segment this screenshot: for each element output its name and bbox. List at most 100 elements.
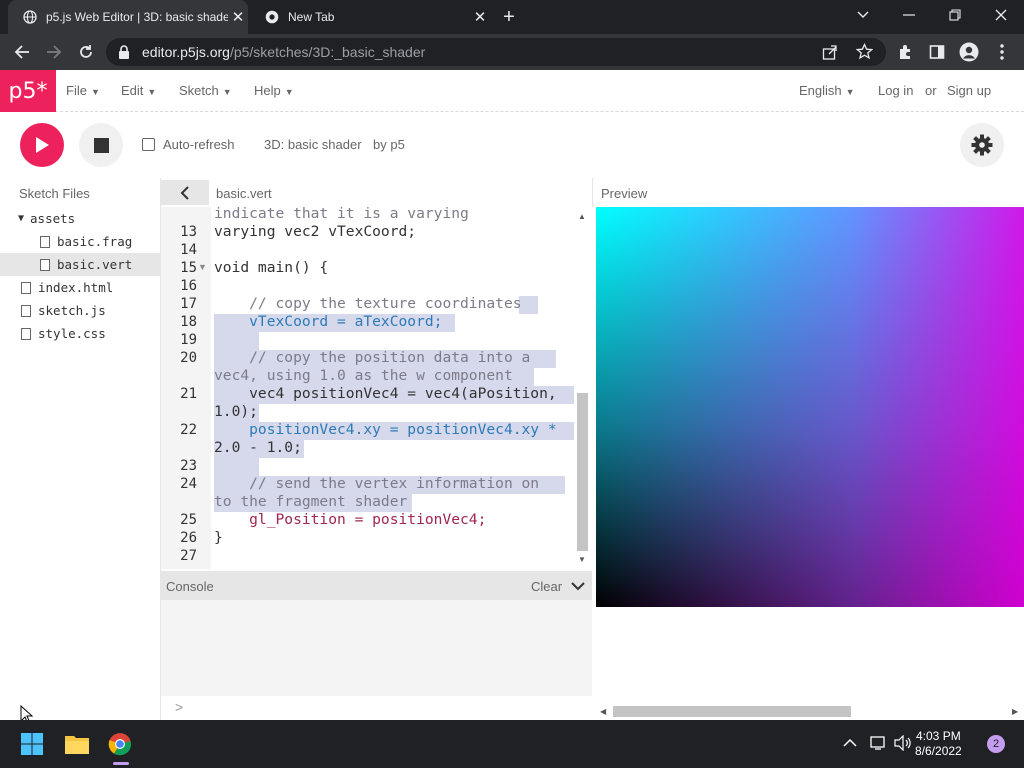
sidebar-item-sketch-js[interactable]: sketch.js [0,299,160,322]
sidebar-header: Sketch Files [19,186,90,201]
back-arrow-icon[interactable] [10,40,34,64]
code-line: to the fragment shader [214,493,408,510]
sidebar-item-style-css[interactable]: style.css [0,322,160,345]
sidebar-item-label: style.css [38,326,106,341]
code-line: // copy the texture coordinates [214,295,522,312]
tab-title: p5.js Web Editor | 3D: basic shade [46,10,228,24]
editor-scrollbar-thumb[interactable] [577,393,588,551]
new-tab-button[interactable]: + [498,6,520,28]
lock-icon[interactable] [118,45,132,59]
browser-tab-bar: p5.js Web Editor | 3D: basic shade ✕ New… [0,0,1024,34]
taskbar-clock[interactable]: 4:03 PM 8/6/2022 [915,729,962,759]
line-number: 23 [180,458,197,474]
text-selection [519,296,538,314]
preview-scrollbar-thumb[interactable] [613,706,851,717]
code-line: positionVec4.xy = positionVec4.xy * [214,421,557,438]
chevron-up-icon[interactable] [843,736,857,751]
menu-edit[interactable]: Edit ▼ [121,83,156,98]
fold-arrow-icon[interactable]: ▼ [198,262,207,272]
p5-logo[interactable]: p5* [0,70,56,112]
sketch-author[interactable]: by p5 [373,137,405,152]
code-line: // send the vertex information on [214,475,540,492]
console-clear-button[interactable]: Clear [531,579,562,594]
menu-sketch[interactable]: Sketch ▼ [179,83,232,98]
stop-button[interactable] [79,123,123,167]
sidebar-item-basic-frag[interactable]: basic.frag [0,230,160,253]
p5-nav-bar: p5* File ▼ Edit ▼ Sketch ▼ Help ▼ English ▼ L… [0,70,1024,112]
sidebar-item-basic-vert[interactable]: basic.vert [0,253,160,276]
bookmark-star-icon[interactable] [855,42,874,63]
line-number: 25 [180,512,197,528]
minimize-icon[interactable] [886,0,932,30]
sidebar-item-index-html[interactable]: index.html [0,276,160,299]
play-button[interactable] [20,123,64,167]
windows-start-icon[interactable] [16,728,48,760]
chrome-taskbar-icon[interactable] [104,728,136,760]
side-panel-icon[interactable] [927,42,947,62]
sidebar-item-label: sketch.js [38,303,106,318]
login-link[interactable]: Log in [878,83,913,98]
file-icon [40,235,50,248]
close-tab-icon[interactable]: ✕ [228,8,248,26]
sidebar-item-label: index.html [38,280,114,295]
auto-refresh-checkbox[interactable] [142,138,155,151]
line-number: 27 [180,548,197,564]
tab-title: New Tab [288,10,335,24]
share-icon[interactable] [822,44,838,63]
tab-new-tab[interactable]: New Tab ✕ [250,0,490,34]
kebab-menu-icon[interactable] [992,42,1012,62]
menu-edit-label: Edit [121,83,144,98]
menu-file-label: File [66,83,87,98]
close-tab-icon[interactable]: ✕ [470,8,490,26]
sidebar-item-label: assets [30,211,76,226]
extensions-icon[interactable] [896,42,916,62]
sketch-name[interactable]: 3D: basic shader [264,137,362,152]
preview-canvas[interactable] [596,207,1024,607]
code-line: vTexCoord = aTexCoord; [214,313,443,330]
sidebar-item-label: basic.vert [57,257,133,272]
auto-refresh-label: Auto-refresh [163,137,235,152]
tab-p5-editor[interactable]: p5.js Web Editor | 3D: basic shade ✕ [8,0,248,34]
code-line: indicate that it is a varying [214,205,469,222]
notification-badge[interactable]: 2 [987,735,1005,753]
console-input[interactable]: > [161,696,592,720]
line-number: 15 [180,260,197,276]
chevron-down-icon[interactable] [571,579,585,594]
signup-link[interactable]: Sign up [947,83,991,98]
url-bar[interactable]: editor.p5js.org/p5/sketches/3D:_basic_sh… [106,38,886,66]
restore-icon[interactable] [932,0,978,30]
text-selection [214,332,259,350]
close-window-icon[interactable] [978,0,1024,30]
code-line: } [214,529,223,546]
scroll-down-icon[interactable]: ▼ [578,555,586,564]
collapse-sidebar-button[interactable] [161,180,209,205]
code-line: 2.0 - 1.0; [214,439,302,456]
sketch-files-sidebar: Sketch Files ▼ assets basic.frag basic.v… [0,178,161,720]
sidebar-item-assets[interactable]: ▼ assets [0,207,160,230]
preferences-button[interactable] [960,123,1004,167]
reload-icon[interactable] [74,40,98,64]
profile-avatar-icon[interactable] [959,42,979,62]
scroll-left-icon[interactable]: ◀ [600,707,606,716]
language-selector[interactable]: English ▼ [799,83,855,98]
network-icon[interactable] [870,735,888,754]
file-explorer-icon[interactable] [61,728,93,760]
chevron-left-icon [180,185,189,200]
menu-help-label: Help [254,83,281,98]
tab-search-icon[interactable] [840,0,886,30]
auto-refresh-toggle[interactable]: Auto-refresh [142,137,235,152]
stop-icon [93,137,109,153]
scroll-right-icon[interactable]: ▶ [1012,707,1018,716]
caret-down-icon: ▼ [845,87,855,97]
scroll-up-icon[interactable]: ▲ [578,212,586,221]
menu-help[interactable]: Help ▼ [254,83,294,98]
preview-header: Preview [592,178,1024,207]
forward-arrow-icon[interactable] [42,40,66,64]
menu-file[interactable]: File ▼ [66,83,100,98]
line-number: 17 [180,296,197,312]
volume-icon[interactable] [894,734,912,754]
console-label: Console [166,579,214,594]
line-number: 24 [180,476,197,492]
folder-open-icon[interactable]: ▼ [18,213,24,224]
console-prompt: > [175,699,184,715]
